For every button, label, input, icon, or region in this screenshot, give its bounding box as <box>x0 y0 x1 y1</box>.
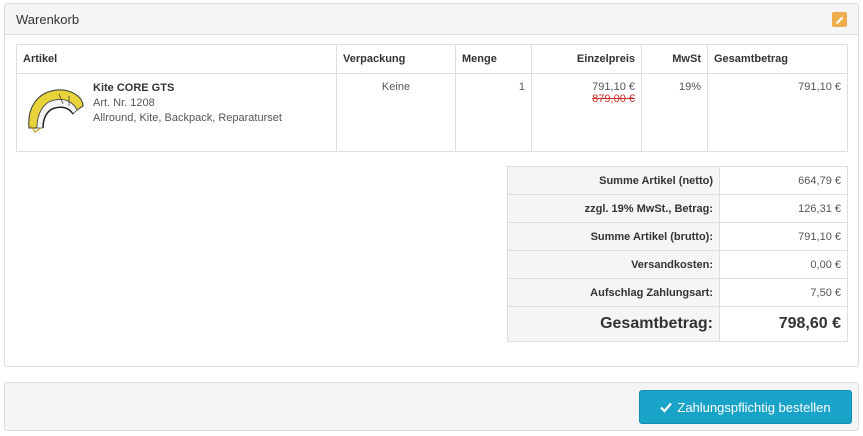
article-cell: Kite CORE GTS Art. Nr. 1208 Allround, Ki… <box>16 73 337 152</box>
unit-price: 791,10 € <box>592 81 635 93</box>
col-unit-price: Einzelpreis <box>531 44 642 74</box>
packaging-cell: Keine <box>336 73 456 152</box>
product-image[interactable] <box>23 80 87 144</box>
totals-label: Summe Artikel (brutto): <box>507 222 720 251</box>
grand-total-value: 798,60 € <box>719 306 848 342</box>
table-row: Kite CORE GTS Art. Nr. 1208 Allround, Ki… <box>16 73 848 152</box>
cart-table: Artikel Verpackung Menge Einzelpreis MwS… <box>16 44 848 152</box>
col-quantity: Menge <box>455 44 532 74</box>
article-number: Art. Nr. 1208 <box>93 97 155 109</box>
totals-row: Summe Artikel (netto) 664,79 € <box>507 166 848 195</box>
totals-row: zzgl. 19% MwSt., Betrag: 126,31 € <box>507 194 848 223</box>
grand-total-label: Gesamtbetrag: <box>507 306 720 342</box>
total-cell: 791,10 € <box>707 73 848 152</box>
col-vat: MwSt <box>641 44 708 74</box>
checkout-footer: Zahlungspflichtig bestellen <box>4 382 859 431</box>
col-packaging: Verpackung <box>336 44 456 74</box>
totals-row: Aufschlag Zahlungsart: 7,50 € <box>507 278 848 307</box>
totals-value: 126,31 € <box>719 194 848 223</box>
product-name[interactable]: Kite CORE GTS <box>93 81 282 96</box>
product-description: Allround, Kite, Backpack, Reparaturset <box>93 112 282 124</box>
checkmark-icon <box>660 402 673 413</box>
old-price: 879,00 € <box>592 93 635 105</box>
col-total: Gesamtbetrag <box>707 44 848 74</box>
totals-value: 664,79 € <box>719 166 848 195</box>
grand-total-row: Gesamtbetrag: 798,60 € <box>507 306 848 342</box>
panel-heading: Warenkorb <box>5 4 858 35</box>
totals-label: zzgl. 19% MwSt., Betrag: <box>507 194 720 223</box>
totals-value: 791,10 € <box>719 222 848 251</box>
totals-label: Aufschlag Zahlungsart: <box>507 278 720 307</box>
totals-table: Summe Artikel (netto) 664,79 € zzgl. 19%… <box>507 166 848 342</box>
totals-value: 0,00 € <box>719 250 848 279</box>
totals-label: Summe Artikel (netto) <box>507 166 720 195</box>
order-button[interactable]: Zahlungspflichtig bestellen <box>639 390 852 424</box>
totals-row: Summe Artikel (brutto): 791,10 € <box>507 222 848 251</box>
cart-panel: Warenkorb Artikel Verpackung Menge Einze… <box>4 3 859 367</box>
unit-price-cell: 791,10 € 879,00 € <box>531 73 642 152</box>
edit-cart-button[interactable] <box>832 12 847 27</box>
cart-table-header: Artikel Verpackung Menge Einzelpreis MwS… <box>16 44 848 74</box>
totals-label: Versandkosten: <box>507 250 720 279</box>
quantity-cell: 1 <box>455 73 532 152</box>
vat-cell: 19% <box>641 73 708 152</box>
col-article: Artikel <box>16 44 337 74</box>
totals-value: 7,50 € <box>719 278 848 307</box>
totals-row: Versandkosten: 0,00 € <box>507 250 848 279</box>
order-button-label: Zahlungspflichtig bestellen <box>677 399 831 415</box>
panel-title: Warenkorb <box>16 12 80 27</box>
pencil-icon <box>835 16 843 24</box>
